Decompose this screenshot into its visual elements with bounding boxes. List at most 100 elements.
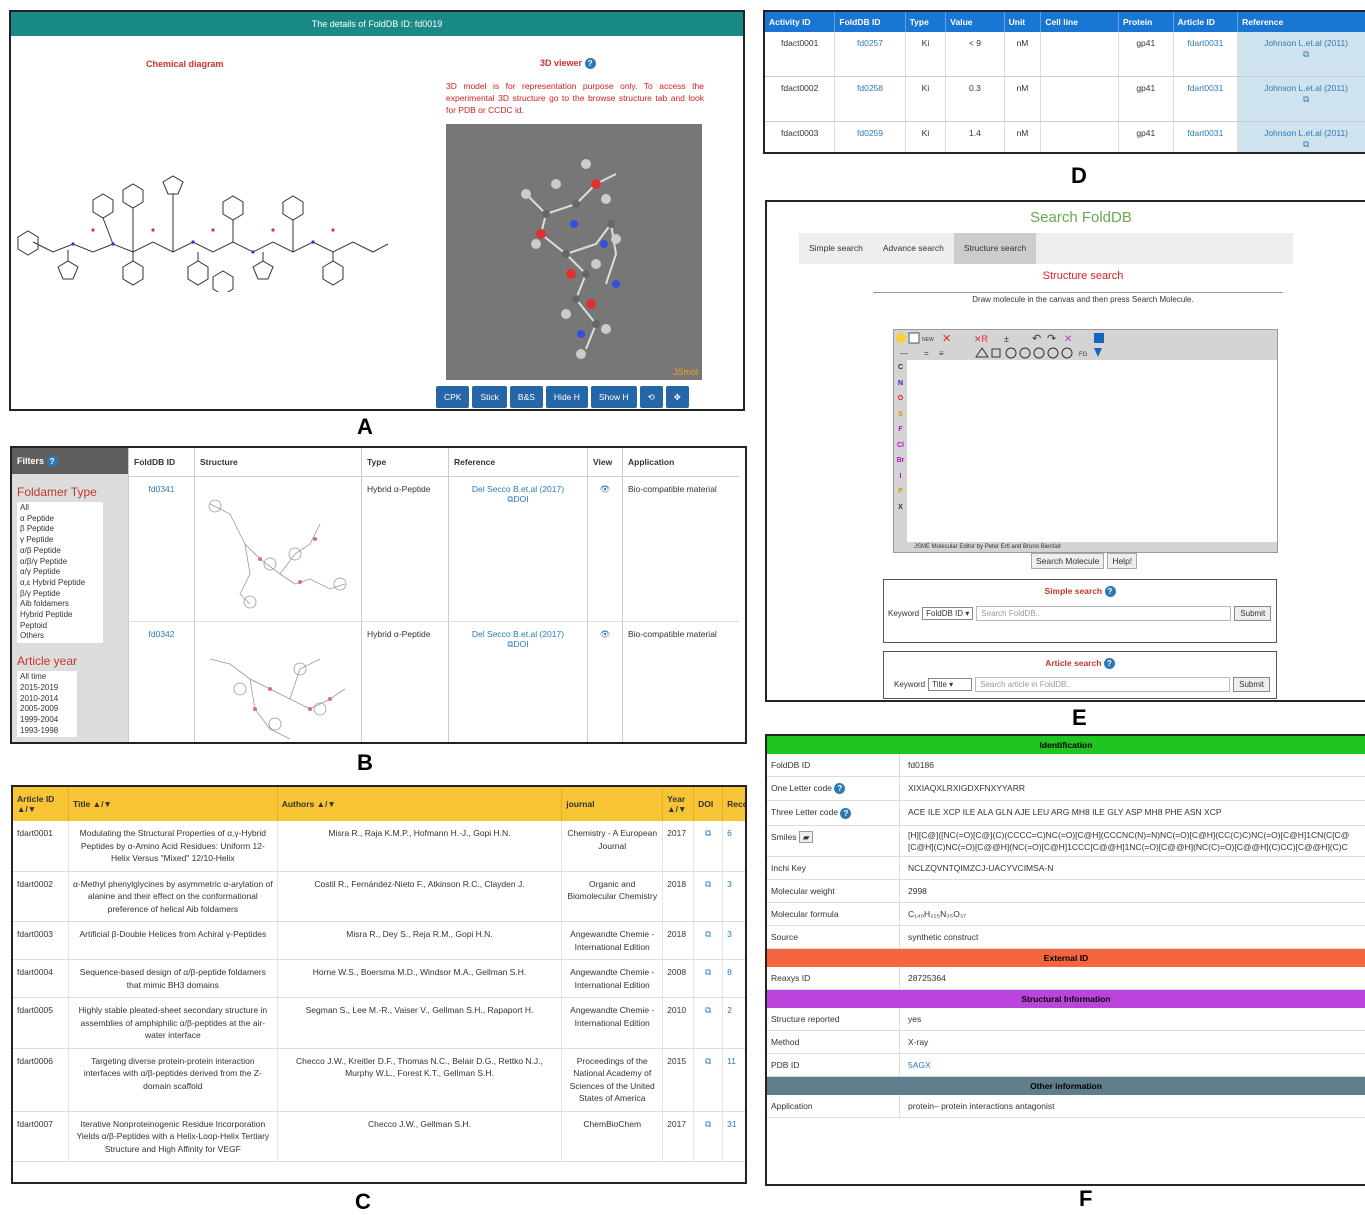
pdb-id-link[interactable]: 5AGX: [900, 1054, 1365, 1076]
record-count-link[interactable]: 3: [722, 871, 745, 922]
show-h-button[interactable]: Show H: [590, 386, 637, 408]
folddb-id-link[interactable]: fd0257: [834, 32, 906, 77]
ball-stick-button[interactable]: B&S: [509, 386, 543, 408]
column-header[interactable]: Cell line: [1040, 12, 1119, 32]
external-link-icon[interactable]: ⧉: [693, 871, 724, 922]
list-item[interactable]: Aib foldamers: [20, 599, 100, 610]
column-header[interactable]: Protein: [1118, 12, 1174, 32]
column-header[interactable]: Title ▲/▼: [68, 787, 278, 821]
record-count-link[interactable]: 3: [722, 921, 745, 960]
element-x[interactable]: X: [894, 500, 907, 516]
list-item[interactable]: Peptoid: [20, 621, 100, 632]
folddb-id-link[interactable]: fd0259: [834, 121, 906, 152]
column-header[interactable]: Reco: [722, 787, 745, 821]
new-icon[interactable]: [908, 332, 920, 344]
view-eye-icon[interactable]: 👁: [587, 476, 623, 622]
external-link-icon[interactable]: ⧉: [693, 921, 724, 960]
external-link-icon[interactable]: ⧉: [693, 821, 724, 872]
column-header[interactable]: Application: [622, 448, 739, 477]
doi-link[interactable]: ⧉DOI: [454, 494, 582, 505]
reference-link[interactable]: Johnson L.et.al (2011): [1242, 38, 1365, 49]
list-item[interactable]: 2015-2019: [20, 683, 74, 694]
help-icon[interactable]: ?: [1103, 658, 1115, 670]
list-item[interactable]: γ Peptide: [20, 535, 100, 546]
column-header[interactable]: Type: [361, 448, 449, 477]
submit-button[interactable]: Submit: [1234, 606, 1272, 621]
record-count-link[interactable]: 11: [722, 1048, 745, 1112]
stick-button[interactable]: Stick: [472, 386, 507, 408]
list-item[interactable]: α,ε Hybrid Peptide: [20, 578, 100, 589]
tab-advance-search[interactable]: Advance search: [873, 233, 954, 264]
folddb-id-link[interactable]: fd0342: [128, 621, 195, 742]
external-link-icon[interactable]: ⧉: [693, 959, 724, 998]
help-icon[interactable]: ?: [834, 783, 846, 795]
help-icon[interactable]: ?: [840, 807, 852, 819]
record-count-link[interactable]: 2: [722, 997, 745, 1049]
ring3-icon[interactable]: [975, 347, 989, 358]
jsmol-3d-viewer[interactable]: JSmol: [446, 124, 702, 380]
element-o[interactable]: O: [894, 391, 907, 407]
help-icon[interactable]: ?: [1104, 586, 1116, 598]
element-br[interactable]: Br: [894, 453, 907, 469]
ring7-icon[interactable]: [1033, 347, 1045, 359]
reference-link[interactable]: Johnson L.et.al (2011): [1242, 83, 1365, 94]
element-n[interactable]: N: [894, 376, 907, 392]
article-year-list[interactable]: All time 2015-2019 2010-2014 2005-2009 1…: [17, 671, 77, 738]
element-p[interactable]: P: [894, 484, 907, 500]
bond-single-icon[interactable]: —: [900, 349, 908, 358]
column-header[interactable]: Structure: [194, 448, 362, 477]
list-item[interactable]: Hybrid Peptide: [20, 610, 100, 621]
element-cl[interactable]: Cl: [894, 438, 907, 454]
column-header[interactable]: Article ID: [1173, 12, 1239, 32]
redo-icon[interactable]: ↷: [1047, 333, 1056, 345]
fg-label[interactable]: FG: [1079, 352, 1088, 358]
column-header[interactable]: Activity ID: [765, 12, 836, 32]
column-header[interactable]: FoldDB ID: [834, 12, 906, 32]
article-search-select[interactable]: Title ▾: [928, 678, 973, 691]
column-header[interactable]: Authors ▲/▼: [277, 787, 563, 821]
folddb-id-link[interactable]: fd0258: [834, 76, 906, 122]
clear-icon[interactable]: ✕: [1064, 334, 1072, 345]
external-link-icon[interactable]: ⧉: [1242, 139, 1365, 150]
column-header[interactable]: Type: [905, 12, 947, 32]
move-icon[interactable]: ✥: [665, 386, 689, 408]
list-item[interactable]: All: [20, 503, 100, 514]
folddb-id-link[interactable]: fd0341: [128, 476, 195, 622]
ring6-icon[interactable]: [1019, 347, 1031, 359]
record-count-link[interactable]: 31: [722, 1111, 745, 1162]
ring8-icon[interactable]: [1047, 347, 1059, 359]
list-item[interactable]: α Peptide: [20, 514, 100, 525]
article-id-link[interactable]: fdart0031: [1173, 76, 1239, 122]
info-icon[interactable]: [1094, 333, 1104, 343]
bond-double-icon[interactable]: =: [924, 349, 929, 358]
element-s[interactable]: S: [894, 407, 907, 423]
column-header[interactable]: FoldDB ID: [128, 448, 195, 477]
column-header[interactable]: Reference: [1237, 12, 1365, 32]
column-header[interactable]: Year ▲/▼: [662, 787, 695, 821]
cpk-button[interactable]: CPK: [436, 386, 470, 408]
column-header[interactable]: Article ID ▲/▼: [13, 787, 69, 821]
list-item[interactable]: All time: [20, 672, 74, 683]
list-item[interactable]: α/γ Peptide: [20, 567, 100, 578]
element-i[interactable]: I: [894, 469, 907, 485]
external-link-icon[interactable]: ⧉: [693, 1048, 724, 1112]
help-button[interactable]: Help!: [1107, 553, 1138, 569]
list-item[interactable]: α/β/γ Peptide: [20, 557, 100, 568]
column-header[interactable]: Value: [945, 12, 1005, 32]
reference-link[interactable]: Del Secco B.et.al (2017): [454, 484, 582, 494]
list-item[interactable]: Others: [20, 631, 100, 642]
delete-r-icon[interactable]: ✕R: [974, 334, 989, 344]
list-item[interactable]: 1993-1998: [20, 726, 74, 737]
list-item[interactable]: 2010-2014: [20, 694, 74, 705]
tab-simple-search[interactable]: Simple search: [799, 233, 873, 264]
simple-search-input[interactable]: Search FoldDB..: [976, 606, 1232, 621]
element-f[interactable]: F: [894, 422, 907, 438]
record-count-link[interactable]: 6: [722, 821, 745, 872]
column-header[interactable]: journal: [561, 787, 664, 821]
column-header[interactable]: Reference: [448, 448, 588, 477]
smiley-icon[interactable]: [896, 333, 906, 343]
help-icon[interactable]: ?: [584, 58, 596, 70]
record-count-link[interactable]: 8: [722, 959, 745, 998]
doi-link[interactable]: ⧉DOI: [454, 639, 582, 650]
arrow-icon[interactable]: [1094, 348, 1102, 357]
